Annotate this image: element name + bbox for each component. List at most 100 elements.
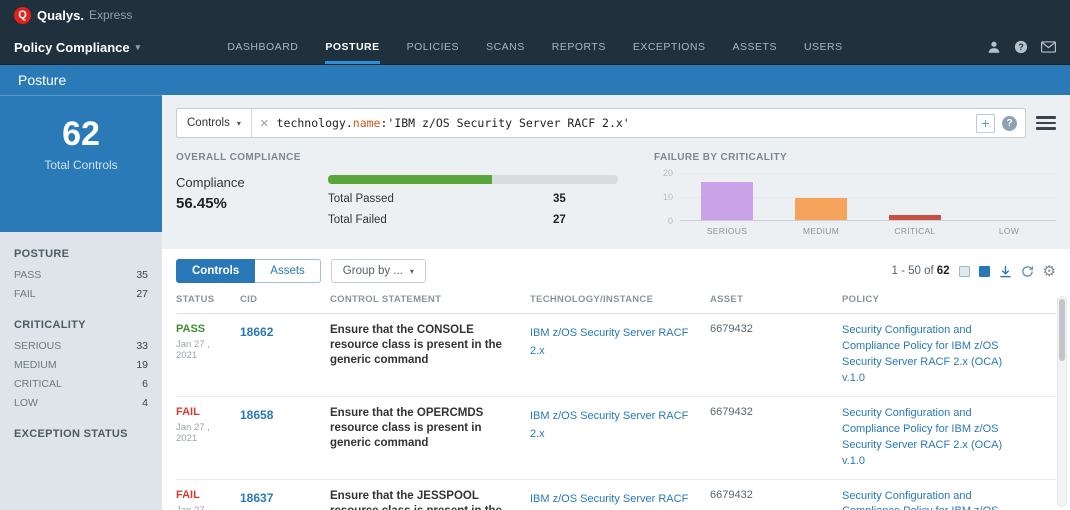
clear-search-icon[interactable]: × <box>252 116 277 131</box>
cid-link[interactable]: 18637 <box>240 491 273 505</box>
sidebar-filter-serious[interactable]: SERIOUS 33 <box>0 336 162 355</box>
bar-medium <box>795 198 847 220</box>
control-statement: Ensure that the CONSOLE resource class i… <box>330 324 502 367</box>
help-icon[interactable]: ? <box>1014 40 1028 54</box>
cid-link[interactable]: 18662 <box>240 325 273 339</box>
status-cell: FAIL Jan 27 , 2021 <box>176 406 240 470</box>
status-cell: FAIL Jan 27 , 2021 <box>176 489 240 510</box>
chart-y-axis: 20 10 0 <box>654 168 680 226</box>
sidebar-filter-fail[interactable]: FAIL 27 <box>0 284 162 303</box>
table-row[interactable]: FAIL Jan 27 , 2021 18637 Ensure that the JE… <box>176 480 1056 510</box>
table-row[interactable]: FAIL Jan 27 , 2021 18658 Ensure that the OP… <box>176 397 1056 480</box>
bar-serious <box>701 181 753 220</box>
nav-item-assets[interactable]: ASSETS <box>733 30 777 64</box>
sidebar-filter-critical[interactable]: CRITICAL 6 <box>0 374 162 393</box>
app-title: Policy Compliance <box>14 39 130 55</box>
page-title: Posture <box>18 72 67 88</box>
policy-link[interactable]: Security Configuration and Compliance Po… <box>842 323 1044 387</box>
qualys-logo-icon: Q <box>14 6 31 24</box>
results-card: Controls Assets Group by ... ▾ 1 - 50 of 6… <box>162 249 1070 510</box>
next-page-button[interactable] <box>978 265 990 277</box>
refresh-icon[interactable] <box>1021 265 1034 278</box>
qualys-logo[interactable]: Q Qualys. Express <box>14 6 133 24</box>
compliance-label: Compliance <box>176 175 245 190</box>
column-header-policy[interactable]: POLICY <box>842 294 1056 305</box>
search-input[interactable]: technology.name:'IBM z/OS Security Serve… <box>277 116 976 130</box>
row-date: Jan 27 , 2021 <box>176 339 210 361</box>
scrollbar-thumb[interactable] <box>1059 299 1065 361</box>
filter-label: SERIOUS <box>14 339 62 352</box>
policy-link[interactable]: Security Configuration and Compliance Po… <box>842 489 1044 510</box>
nav-item-policies[interactable]: POLICIES <box>407 30 459 64</box>
technology-link[interactable]: IBM z/OS Security Server RACF 2.x <box>530 410 688 440</box>
technology-link[interactable]: IBM z/OS Security Server RACF 2.x <box>530 327 688 357</box>
chart-slot-medium <box>774 173 868 220</box>
column-header-asset[interactable]: ASSET <box>710 294 842 305</box>
user-icon[interactable] <box>987 40 1001 54</box>
column-header-technology-instance[interactable]: TECHNOLOGY/INSTANCE <box>530 294 710 305</box>
left-column: 62 Total Controls POSTURE PASS 35 FAIL 27 CRI… <box>0 95 162 510</box>
sidebar-filter-pass[interactable]: PASS 35 <box>0 265 162 284</box>
download-icon[interactable] <box>999 265 1012 278</box>
total-controls-label: Total Controls <box>44 158 118 172</box>
upper-panel: Controls ▾ × technology.name:'IBM z/OS S… <box>162 95 1070 236</box>
policy-cell: Security Configuration and Compliance Po… <box>842 323 1056 387</box>
menu-icon[interactable] <box>1036 116 1056 130</box>
sidebar-section-title-exception-status[interactable]: EXCEPTION STATUS <box>0 418 162 445</box>
results-toolbar: Controls Assets Group by ... ▾ 1 - 50 of 6… <box>176 259 1056 283</box>
table-scrollbar[interactable] <box>1057 296 1067 507</box>
control-statement: Ensure that the JESSPOOL resource class … <box>330 489 502 510</box>
chart-slot-serious <box>680 173 774 220</box>
sidebar-section-title-posture[interactable]: POSTURE <box>0 238 162 265</box>
page-header: Posture <box>0 65 1070 95</box>
prev-page-button[interactable] <box>958 265 970 277</box>
brand-name: Qualys. <box>37 7 84 23</box>
sidebar-section-posture: POSTURE PASS 35 FAIL 27 <box>0 238 162 303</box>
failure-chart-title: FAILURE BY CRITICALITY <box>654 152 788 163</box>
total-controls-summary: 62 Total Controls <box>0 95 162 232</box>
app-switcher[interactable]: Policy Compliance ▾ <box>14 30 140 64</box>
sidebar-filter-low[interactable]: LOW 4 <box>0 393 162 412</box>
nav-item-posture[interactable]: POSTURE <box>325 30 380 64</box>
search-scope-select[interactable]: Controls ▾ <box>177 109 252 137</box>
nav-item-exceptions[interactable]: EXCEPTIONS <box>633 30 706 64</box>
filter-label: FAIL <box>14 287 36 300</box>
cid-cell: 18658 <box>240 406 330 470</box>
nav-item-reports[interactable]: REPORTS <box>552 30 606 64</box>
chart-slot-low <box>962 173 1056 220</box>
pagination-label: 1 - 50 of 62 <box>891 265 950 277</box>
group-by-label: Group by ... <box>342 265 403 277</box>
policy-link[interactable]: Security Configuration and Compliance Po… <box>842 406 1044 470</box>
status-cell: PASS Jan 27 , 2021 <box>176 323 240 387</box>
chevron-down-icon: ▾ <box>135 41 141 52</box>
view-tab-assets[interactable]: Assets <box>255 259 321 283</box>
total-passed-label: Total Passed <box>328 193 394 205</box>
y-axis-tick: 10 <box>662 192 673 202</box>
technology-link[interactable]: IBM z/OS Security Server RACF 2.x <box>530 493 688 510</box>
query-rest: :'IBM z/OS Security Server RACF 2.x' <box>380 116 630 130</box>
technology-cell: IBM z/OS Security Server RACF 2.x <box>530 406 710 470</box>
view-tab-controls[interactable]: Controls <box>176 259 256 283</box>
add-filter-button[interactable]: + <box>976 113 995 133</box>
mail-icon[interactable] <box>1041 41 1056 53</box>
svg-text:?: ? <box>1018 42 1023 52</box>
nav-item-users[interactable]: USERS <box>804 30 843 64</box>
gear-icon[interactable]: ⚙ <box>1043 264 1056 279</box>
search-help-icon[interactable]: ? <box>1002 115 1017 131</box>
filter-count: 6 <box>142 377 148 390</box>
table-row[interactable]: PASS Jan 27 , 2021 18662 Ensure that the CO… <box>176 314 1056 397</box>
sidebar-filter-medium[interactable]: MEDIUM 19 <box>0 355 162 374</box>
column-header-status[interactable]: STATUS <box>176 294 240 305</box>
nav-item-dashboard[interactable]: DASHBOARD <box>227 30 298 64</box>
filter-count: 4 <box>142 396 148 409</box>
row-date: Jan 27 , 2021 <box>176 421 210 444</box>
cid-link[interactable]: 18658 <box>240 408 273 422</box>
row-date: Jan 27 , 2021 <box>176 504 210 510</box>
group-by-button[interactable]: Group by ... ▾ <box>330 259 426 283</box>
sidebar-section-title-criticality[interactable]: CRITICALITY <box>0 309 162 336</box>
brand-edition: Express <box>88 8 133 22</box>
column-header-control-statement[interactable]: CONTROL STATEMENT <box>330 294 530 305</box>
nav-item-scans[interactable]: SCANS <box>486 30 525 64</box>
search-scope-value: Controls <box>187 117 230 129</box>
column-header-cid[interactable]: CID <box>240 294 330 305</box>
